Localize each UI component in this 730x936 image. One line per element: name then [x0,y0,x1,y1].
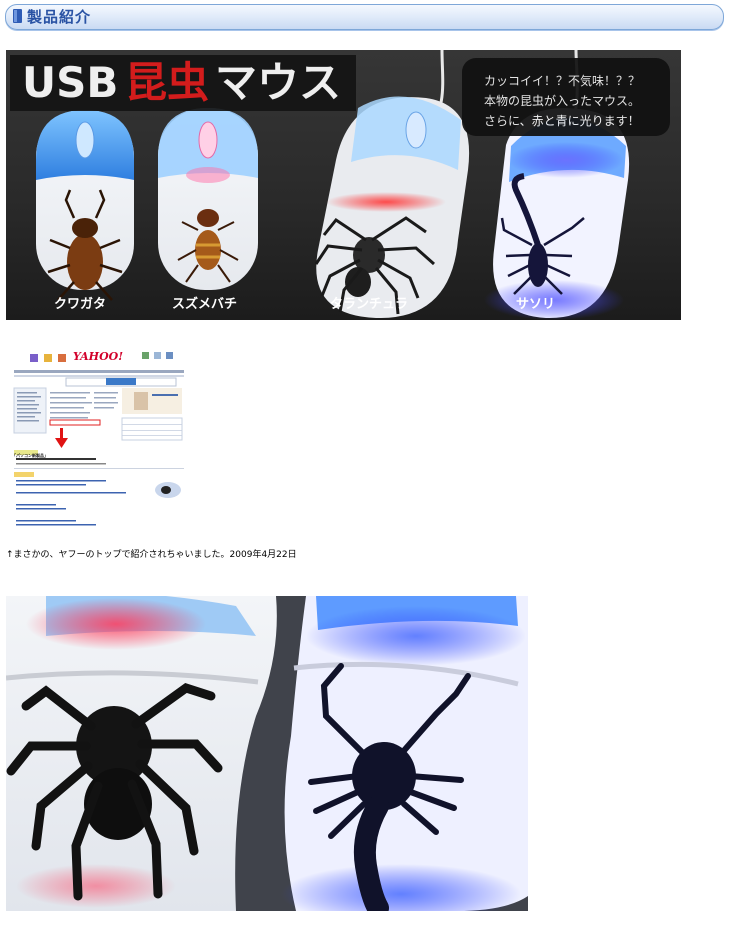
logo-mouse-text: マウス [215,58,342,107]
bubble-line: カッコイイ！？不気味！？？ [484,74,641,88]
label-hornet: スズメバチ [172,297,238,312]
label-scorpion: サソリ [516,297,556,312]
mouse-scorpion [484,108,630,320]
bubble-line: 本物の昆虫が入ったマウス。 [484,94,641,108]
banner-logo: USB 昆虫 マウス [10,55,356,111]
yahoo-headline: 「パソコン新製品」 [12,453,48,458]
section-header: 製品紹介 [5,4,724,30]
yahoo-page-thumbnail [13,352,184,526]
tarantula-scorpion-closeup [6,596,528,911]
mouse-hornet [158,108,258,290]
mouse-tarantula [314,96,470,319]
screenshot-caption: ↑まさかの、ヤフーのトップで紹介されちゃいました。2009年4月22日 [6,550,297,560]
logo-insect-text: 昆虫 [125,58,210,107]
speech-bubble: カッコイイ！？不気味！？？ 本物の昆虫が入ったマウス。 さらに、赤と青に光ります… [462,58,670,136]
square-bullet-icon [13,9,22,23]
logo-usb-text: USB [22,58,119,107]
section-title: 製品紹介 [27,8,92,26]
label-tarantula: タランチュラ [330,297,409,312]
mouse-stag-beetle [36,110,134,301]
product-banner: USB 昆虫 マウス カッコイイ！？不気味！？？ 本物の昆虫が入ったマウス。 さ… [6,50,681,320]
yahoo-logo: YAHOO! [73,350,124,363]
bubble-line: さらに、赤と青に光ります！ [484,114,640,128]
yahoo-screenshot: YAHOO! 「パソコン新製品」 [6,344,187,534]
closeup-photo [6,596,528,911]
label-stag-beetle: クワガタ [54,297,107,312]
